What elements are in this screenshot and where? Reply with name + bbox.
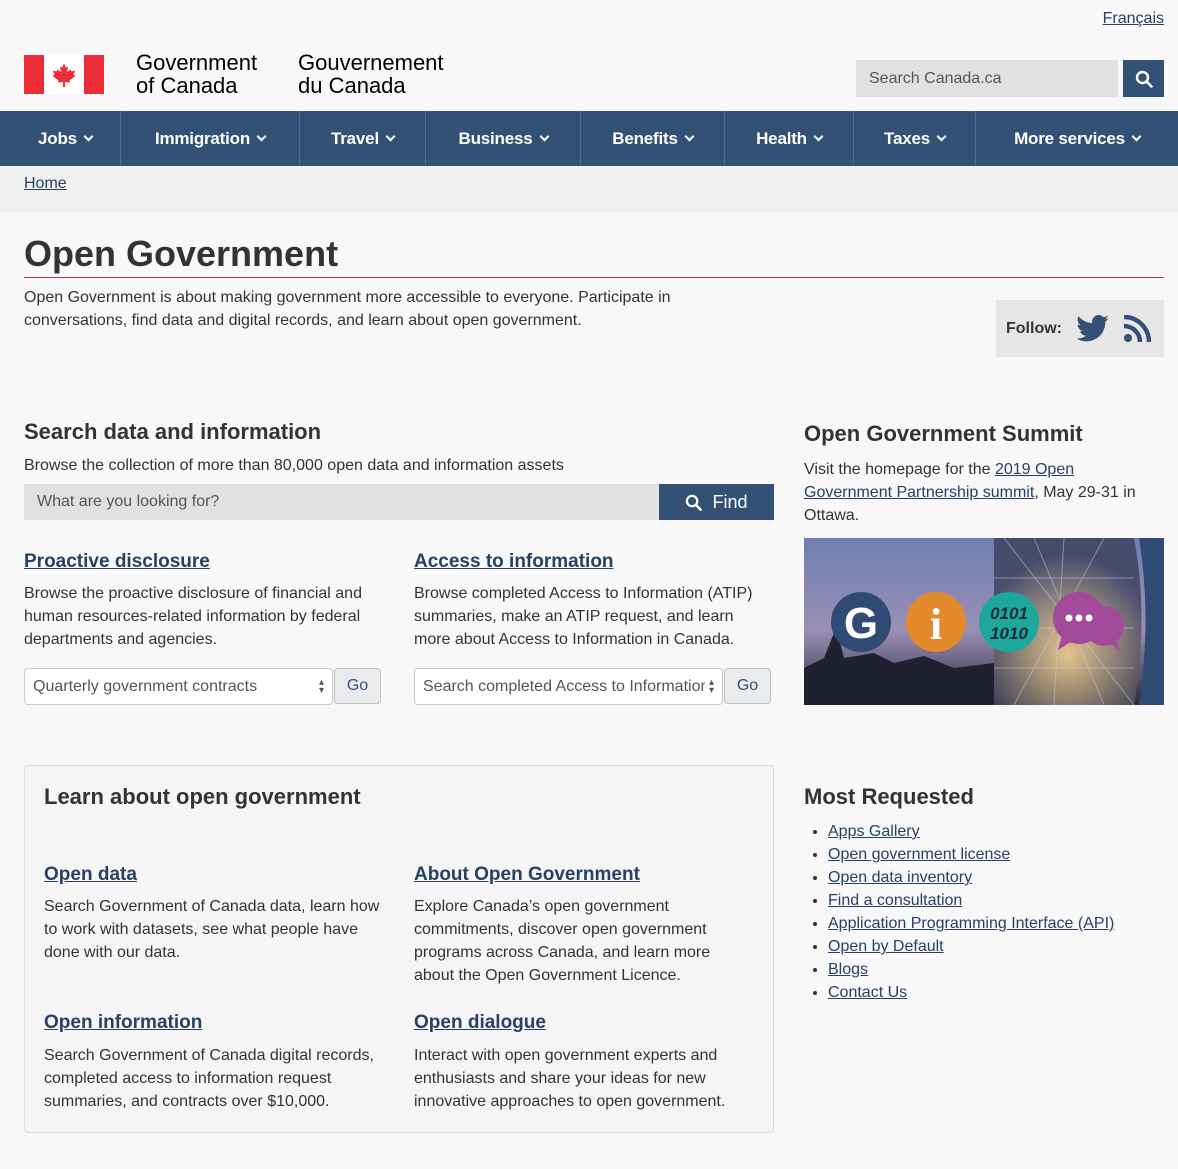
menu-item-jobs[interactable]: Jobs	[10, 111, 121, 166]
list-item: Application Programming Interface (API)	[828, 912, 1114, 935]
open-information-text: Search Government of Canada digital reco…	[44, 1047, 374, 1110]
chevron-down-icon	[1131, 131, 1142, 141]
summit-heading: Open Government Summit	[804, 421, 1083, 446]
menu-item-taxes[interactable]: Taxes	[854, 111, 976, 166]
most-requested-list: Apps Gallery Open government license Ope…	[828, 820, 1114, 1004]
site-search-input[interactable]: Search Canada.ca	[856, 60, 1118, 97]
main-menu: Jobs Immigration Travel Business Benefit…	[10, 111, 1178, 166]
open-data-link[interactable]: Open data	[44, 864, 137, 886]
open-dialogue-link[interactable]: Open dialogue	[414, 1012, 546, 1034]
menu-item-business[interactable]: Business	[426, 111, 581, 166]
access-to-information-text: Browse completed Access to Information (…	[414, 585, 753, 648]
page-title: Open Government	[24, 233, 339, 274]
list-item: Open data inventory	[828, 866, 1114, 889]
most-requested-link[interactable]: Blogs	[828, 961, 868, 978]
page-intro: Open Government is about making governme…	[24, 289, 671, 329]
about-open-government-text: Explore Canada’s open government commitm…	[414, 898, 711, 984]
chevron-down-icon	[684, 131, 695, 141]
maple-leaf-icon	[44, 55, 84, 94]
search-icon	[686, 494, 703, 511]
signature-french: Gouvernement du Canada	[298, 50, 444, 98]
most-requested-link[interactable]: Open by Default	[828, 938, 944, 955]
search-section-description: Browse the collection of more than 80,00…	[24, 457, 564, 474]
svg-text:i: i	[930, 600, 942, 649]
access-to-information-link[interactable]: Access to information	[414, 551, 614, 573]
most-requested-link[interactable]: Application Programming Interface (API)	[828, 915, 1114, 932]
about-open-government-link[interactable]: About Open Government	[414, 864, 640, 886]
list-item: Contact Us	[828, 981, 1114, 1004]
proactive-disclosure-text: Browse the proactive disclosure of finan…	[24, 585, 362, 648]
proactive-disclosure-link[interactable]: Proactive disclosure	[24, 551, 210, 573]
svg-text:0101: 0101	[990, 604, 1028, 623]
search-section-heading: Search data and information	[24, 419, 322, 444]
title-underline	[24, 277, 1164, 278]
list-item: Apps Gallery	[828, 820, 1114, 843]
select-arrows-icon: ▴ ▾	[708, 676, 714, 696]
svg-text:1010: 1010	[990, 624, 1028, 643]
chevron-down-icon	[539, 131, 549, 141]
select-arrows-icon: ▴ ▾	[318, 676, 324, 696]
menu-item-immigration[interactable]: Immigration	[121, 111, 300, 166]
canada-flag-logo[interactable]	[24, 55, 104, 94]
breadcrumb	[0, 166, 1178, 212]
ati-go-button[interactable]: Go	[724, 668, 771, 704]
learn-heading: Learn about open government	[44, 784, 361, 809]
list-item: Open government license	[828, 843, 1114, 866]
menu-item-more-services[interactable]: More services	[976, 111, 1178, 166]
menu-item-benefits[interactable]: Benefits	[581, 111, 725, 166]
list-item: Find a consultation	[828, 889, 1114, 912]
rss-icon[interactable]	[1123, 314, 1151, 343]
most-requested-link[interactable]: Contact Us	[828, 984, 907, 1001]
svg-text:G: G	[844, 599, 878, 648]
chevron-down-icon	[256, 131, 267, 141]
most-requested-heading: Most Requested	[804, 784, 974, 809]
find-button[interactable]: Find	[659, 484, 774, 520]
most-requested-link[interactable]: Open data inventory	[828, 869, 972, 886]
search-icon	[1135, 70, 1153, 88]
summit-banner-image[interactable]: G i 0101 1010	[804, 537, 1164, 706]
open-dialogue-text: Interact with open government experts an…	[414, 1047, 726, 1110]
language-toggle-link[interactable]: Français	[1103, 10, 1164, 28]
breadcrumb-home-link[interactable]: Home	[24, 175, 67, 193]
open-information-link[interactable]: Open information	[44, 1012, 202, 1034]
chevron-down-icon	[83, 131, 94, 141]
proactive-go-button[interactable]: Go	[334, 668, 381, 704]
most-requested-link[interactable]: Apps Gallery	[828, 823, 920, 840]
menu-item-health[interactable]: Health	[725, 111, 854, 166]
twitter-icon[interactable]	[1076, 315, 1109, 342]
chevron-down-icon	[813, 131, 824, 141]
chevron-down-icon	[385, 131, 396, 141]
summit-text: Visit the homepage for the 2019 Open Gov…	[804, 461, 1136, 524]
most-requested-link[interactable]: Open government license	[828, 846, 1010, 863]
most-requested-link[interactable]: Find a consultation	[828, 892, 962, 909]
data-search-input[interactable]: What are you looking for?	[24, 484, 659, 520]
site-search-button[interactable]	[1123, 60, 1164, 97]
proactive-disclosure-select[interactable]: Quarterly government contracts ▴ ▾	[24, 668, 333, 705]
list-item: Blogs	[828, 958, 1114, 981]
signature-english: Government of Canada	[136, 50, 258, 98]
chevron-down-icon	[936, 131, 947, 141]
follow-box: Follow:	[996, 300, 1164, 357]
menu-item-travel[interactable]: Travel	[300, 111, 426, 166]
open-data-text: Search Government of Canada data, learn …	[44, 898, 380, 961]
ati-select[interactable]: Search completed Access to Information ▴…	[414, 668, 723, 705]
list-item: Open by Default	[828, 935, 1114, 958]
